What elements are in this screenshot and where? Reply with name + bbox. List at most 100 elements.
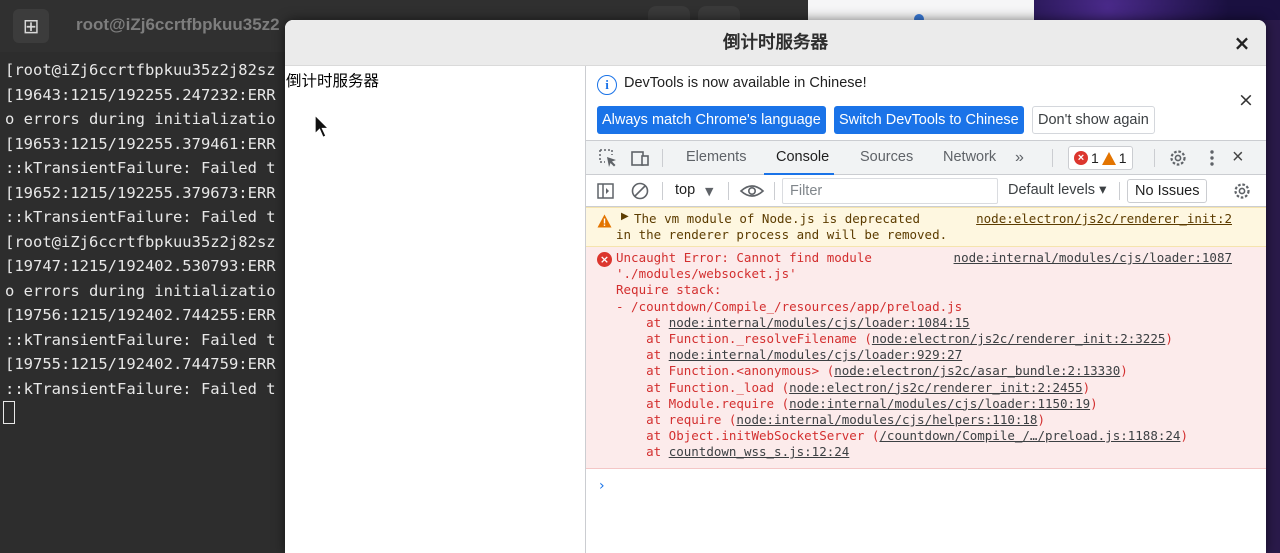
toolbar-divider	[662, 149, 663, 167]
terminal-line: ::kTransientFailure: Failed t	[5, 159, 276, 177]
stack-frame-link[interactable]: node:internal/modules/cjs/loader:1084:15	[669, 315, 970, 330]
app-title: 倒计时服务器	[723, 33, 828, 53]
terminal-line: ::kTransientFailure: Failed t	[5, 379, 276, 398]
stack-frame-close-paren: )	[1120, 363, 1128, 379]
devtools-close-icon[interactable]: ×	[1232, 141, 1244, 175]
infobar-close-icon[interactable]: ×	[1237, 91, 1255, 110]
toolbar-divider	[1052, 149, 1053, 167]
stack-frame-label: at Object.initWebSocketServer (	[616, 428, 880, 444]
terminal-output[interactable]: [root@iZj6ccrtfbpkuu35z2j82sz [19643:1215…	[0, 58, 286, 401]
stack-frame: at countdown_wss_s.js:12:24	[616, 444, 1188, 460]
log-levels-dropdown[interactable]: Default levels ▾	[1008, 182, 1106, 198]
terminal-line: [19652:1215/192255.379673:ERR	[5, 183, 276, 202]
tab-sources[interactable]: Sources	[860, 141, 913, 175]
mouse-pointer-icon	[314, 114, 331, 139]
stack-frame-link[interactable]: countdown_wss_s.js:12:24	[669, 444, 850, 459]
toolbar-divider	[662, 182, 663, 200]
stack-frame-link[interactable]: node:internal/modules/cjs/helpers:110:18	[736, 412, 1037, 427]
stack-frame-close-paren: )	[1082, 379, 1091, 395]
stack-frame-label: at Module.require (	[616, 395, 790, 411]
terminal-line: [root@iZj6ccrtfbpkuu35z2j82sz	[5, 61, 276, 79]
stack-frame-label: at Function._load (	[616, 379, 790, 395]
tab-elements[interactable]: Elements	[686, 141, 746, 175]
stack-frame: at node:internal/modules/cjs/loader:929:…	[616, 347, 1188, 363]
terminal-line: [19747:1215/192402.530793:ERR	[5, 257, 276, 275]
stack-frame: at Object.initWebSocketServer (/countdow…	[616, 428, 1188, 444]
stack-frame-link[interactable]: node:electron/js2c/renderer_init:2:2455	[789, 380, 1083, 395]
stack-frame-link[interactable]: node:internal/modules/cjs/loader:929:27	[669, 347, 963, 362]
error-text-line1: Uncaught Error: Cannot find module	[616, 250, 872, 265]
terminal-line: o errors during initializatio	[5, 281, 276, 300]
console-settings-gear-icon[interactable]	[1232, 181, 1252, 201]
error-text-line2: './modules/websocket.js'	[616, 266, 797, 282]
more-tabs-icon[interactable]: »	[1015, 141, 1024, 175]
toolbar-divider	[1119, 182, 1120, 200]
stack-frame-label: at Function.<anonymous> (	[616, 363, 835, 379]
warning-icon	[1101, 151, 1116, 165]
kebab-menu-icon[interactable]	[1202, 148, 1222, 168]
close-icon[interactable]: ×	[1230, 31, 1254, 55]
terminal-line: ::kTransientFailure: Failed t	[5, 330, 276, 349]
terminal-cursor	[3, 401, 15, 424]
tab-network[interactable]: Network	[943, 141, 996, 175]
error-text-line3: Require stack:	[616, 282, 722, 298]
issue-counter-button[interactable]: × 1 1	[1068, 146, 1133, 170]
switch-to-chinese-button[interactable]: Switch DevTools to Chinese	[834, 106, 1024, 134]
devtools-panel: i DevTools is now available in Chinese! …	[585, 66, 1266, 553]
context-selector[interactable]: top	[675, 182, 695, 198]
terminal-line: [19755:1215/192402.744759:ERR	[5, 355, 276, 373]
console-error-message[interactable]: × node:internal/modules/cjs/loader:1087 …	[586, 247, 1266, 469]
stack-frame-link[interactable]: node:internal/modules/cjs/loader:1150:19	[789, 396, 1090, 411]
terminal-line: o errors during initializatio	[5, 110, 276, 128]
console-prompt[interactable]: ›	[599, 478, 605, 494]
stack-frame-label: at	[616, 347, 669, 363]
toolbar-divider	[774, 182, 775, 200]
app-window: 倒计时服务器 × 倒计时服务器 i DevTools is now availa…	[285, 20, 1266, 553]
live-expression-eye-icon[interactable]	[739, 181, 765, 201]
dont-show-again-button[interactable]: Don't show again	[1032, 106, 1155, 134]
stack-frame-link[interactable]: /countdown/Compile_/…/preload.js:1188:24	[879, 428, 1180, 443]
stack-frame-link[interactable]: node:electron/js2c/renderer_init:2:3225	[872, 331, 1166, 346]
stack-frame-close-paren: )	[1165, 331, 1173, 347]
expand-triangle-icon[interactable]: ▶	[621, 211, 629, 222]
terminal-line: [19756:1215/192402.744255:ERR	[5, 306, 276, 324]
app-titlebar: 倒计时服务器 ×	[285, 20, 1266, 66]
stack-frame-label: at	[616, 444, 669, 460]
app-page: 倒计时服务器	[285, 66, 586, 553]
stack-frame: at Function._load (node:electron/js2c/re…	[616, 380, 1188, 396]
terminal-line: ::kTransientFailure: Failed t	[5, 208, 276, 226]
toolbar-divider	[1154, 149, 1155, 167]
inspect-element-icon[interactable]	[598, 148, 618, 168]
device-toolbar-icon[interactable]	[630, 148, 650, 168]
no-issues-button[interactable]: No Issues	[1127, 179, 1208, 203]
always-match-language-button[interactable]: Always match Chrome's language	[597, 106, 826, 134]
settings-gear-icon[interactable]	[1168, 148, 1188, 168]
stack-frame-close-paren: )	[1037, 412, 1045, 428]
terminal-line: [19643:1215/192255.247232:ERR	[5, 85, 276, 104]
stack-frame-label: at require (	[616, 412, 737, 428]
tab-console[interactable]: Console	[776, 141, 829, 175]
warning-source-link[interactable]: node:electron/js2c/renderer_init:2	[976, 211, 1232, 227]
new-tab-icon[interactable]: ⊞	[13, 9, 49, 43]
sidebar-toggle-icon[interactable]	[596, 181, 616, 201]
error-icon: ×	[1074, 151, 1088, 165]
stack-frame-link[interactable]: node:electron/js2c/asar_bundle:2:13330	[834, 363, 1120, 378]
info-icon: i	[597, 75, 617, 95]
page-heading: 倒计时服务器	[286, 72, 380, 90]
stack-frame-label: at Function._resolveFilename (	[616, 331, 872, 347]
stack-frame-close-paren: )	[1090, 395, 1098, 411]
terminal-line: [root@iZj6ccrtfbpkuu35z2j82sz	[5, 232, 276, 251]
clear-console-icon[interactable]	[630, 181, 650, 201]
stack-frame: at node:internal/modules/cjs/loader:1084…	[616, 315, 1188, 331]
error-text-line4: - /countdown/Compile_/resources/app/prel…	[616, 298, 963, 314]
terminal-title: root@iZj6ccrtfbpkuu35z2	[76, 15, 280, 34]
stack-trace: at node:internal/modules/cjs/loader:1084…	[616, 315, 1188, 461]
error-icon: ×	[597, 252, 612, 267]
stack-frame: at Function.<anonymous> (node:electron/j…	[616, 363, 1188, 379]
warning-icon	[597, 214, 612, 228]
terminal-line: [19653:1215/192255.379461:ERR	[5, 134, 276, 153]
filter-input[interactable]: Filter	[782, 178, 998, 204]
console-warning-message[interactable]: ▶ The vm module of Node.js is deprecated…	[586, 207, 1266, 247]
stack-frame-close-paren: )	[1180, 428, 1188, 444]
console-messages: ▶ The vm module of Node.js is deprecated…	[586, 207, 1266, 553]
